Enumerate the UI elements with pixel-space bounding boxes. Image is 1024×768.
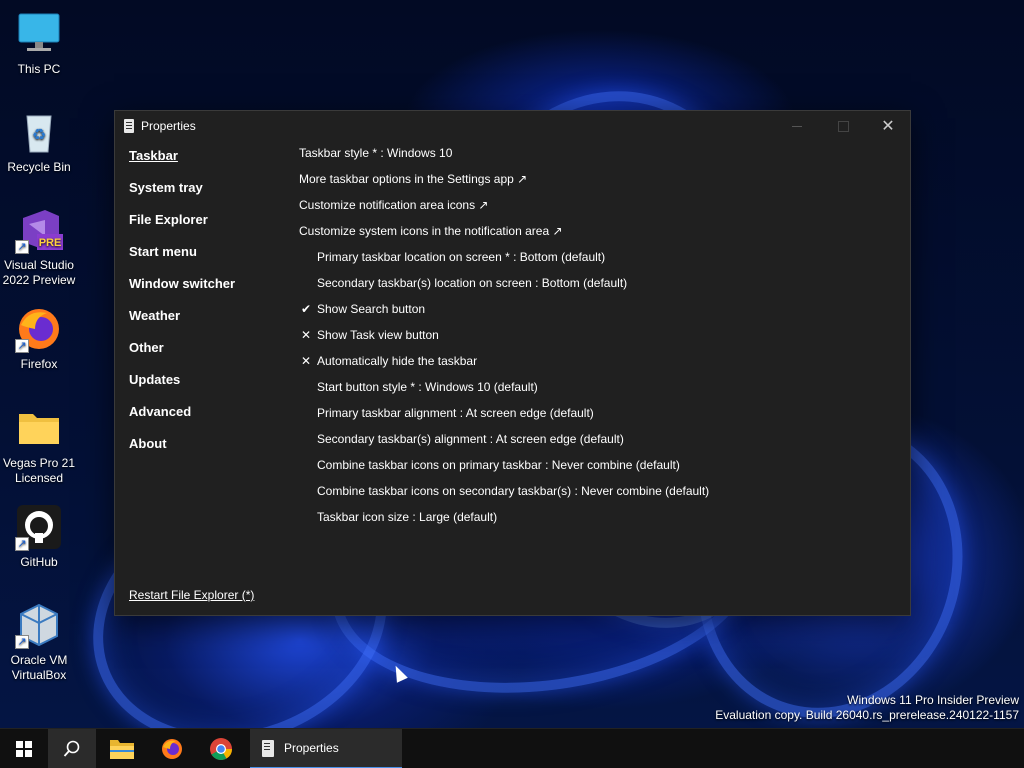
- cross-icon: ✕: [300, 328, 312, 342]
- option-settings-app-link[interactable]: More taskbar options in the Settings app…: [299, 171, 709, 197]
- option-primary-location[interactable]: Primary taskbar location on screen * : B…: [299, 249, 709, 275]
- desktop-icon-label: Vegas Pro 21 Licensed: [2, 456, 76, 485]
- desktop-icon-vegas-folder[interactable]: Vegas Pro 21 Licensed: [2, 404, 76, 486]
- desktop-icon-github[interactable]: ↗ GitHub: [2, 503, 76, 570]
- desktop-icon-label: Recycle Bin: [7, 160, 71, 174]
- start-button[interactable]: [0, 729, 48, 768]
- option-secondary-location[interactable]: Secondary taskbar(s) location on screen …: [299, 275, 709, 301]
- watermark-line-1: Windows 11 Pro Insider Preview: [847, 693, 1019, 707]
- nav-item-start-menu[interactable]: Start menu: [129, 243, 235, 275]
- desktop-icon-label: Oracle VM VirtualBox: [10, 653, 68, 682]
- properties-window[interactable]: Properties ✕ Taskbar System tray File Ex…: [114, 110, 911, 616]
- nav-item-window-switcher[interactable]: Window switcher: [129, 275, 235, 307]
- checkmark-icon: ✔: [300, 302, 312, 316]
- watermark-line-2: Evaluation copy. Build 26040.rs_prerelea…: [715, 708, 1019, 722]
- firefox-taskbar-button[interactable]: [148, 729, 196, 768]
- settings-nav: Taskbar System tray File Explorer Start …: [129, 147, 235, 467]
- properties-app-icon: [262, 740, 274, 757]
- monitor-icon: [15, 10, 63, 58]
- desktop-icon-firefox[interactable]: ↗ Firefox: [2, 305, 76, 372]
- taskbar: Properties: [0, 728, 1024, 768]
- start-icon: [16, 741, 32, 757]
- nav-item-other[interactable]: Other: [129, 339, 235, 371]
- chrome-icon: [210, 738, 232, 760]
- cross-icon: ✕: [300, 354, 312, 368]
- option-system-icons-link[interactable]: Customize system icons in the notificati…: [299, 223, 709, 249]
- minimize-button[interactable]: [774, 111, 820, 141]
- taskbar-options-list: Taskbar style * : Windows 10 More taskba…: [299, 145, 709, 535]
- window-titlebar[interactable]: Properties ✕: [115, 111, 910, 141]
- desktop-icon-label: Firefox: [20, 357, 58, 371]
- nav-item-weather[interactable]: Weather: [129, 307, 235, 339]
- option-taskbar-style[interactable]: Taskbar style * : Windows 10: [299, 145, 709, 171]
- option-secondary-alignment[interactable]: Secondary taskbar(s) alignment : At scre…: [299, 431, 709, 457]
- restart-file-explorer-link[interactable]: Restart File Explorer (*): [129, 588, 254, 602]
- option-icon-size[interactable]: Taskbar icon size : Large (default): [299, 509, 709, 535]
- recycle-bin-icon: ♻: [15, 108, 63, 156]
- evaluation-watermark: Windows 11 Pro Insider Preview Evaluatio…: [715, 693, 1019, 723]
- visual-studio-icon: PRE ↗: [15, 206, 63, 254]
- nav-item-advanced[interactable]: Advanced: [129, 403, 235, 435]
- search-button[interactable]: [48, 729, 96, 768]
- option-auto-hide-taskbar[interactable]: ✕ Automatically hide the taskbar: [299, 353, 709, 379]
- nav-item-updates[interactable]: Updates: [129, 371, 235, 403]
- search-icon: [63, 740, 80, 757]
- virtualbox-icon: ↗: [15, 601, 63, 649]
- shortcut-arrow-icon: ↗: [15, 240, 29, 254]
- close-icon: ✕: [881, 118, 895, 135]
- svg-text:PRE: PRE: [39, 237, 62, 249]
- maximize-button[interactable]: [820, 111, 866, 141]
- folder-icon: [15, 404, 63, 452]
- desktop-icon-label: Visual Studio 2022 Preview: [2, 258, 76, 287]
- nav-item-taskbar[interactable]: Taskbar: [129, 147, 235, 179]
- option-show-search-button[interactable]: ✔ Show Search button: [299, 301, 709, 327]
- desktop-icon-virtualbox[interactable]: ↗ Oracle VM VirtualBox: [2, 601, 76, 683]
- file-explorer-button[interactable]: [98, 729, 146, 768]
- github-icon: ↗: [15, 503, 63, 551]
- desktop-icon-label: This PC: [17, 62, 61, 76]
- desktop-icon-visual-studio[interactable]: PRE ↗ Visual Studio 2022 Preview: [2, 206, 76, 288]
- properties-app-icon: [124, 119, 134, 133]
- nav-item-about[interactable]: About: [129, 435, 235, 467]
- desktop-icon-recycle-bin[interactable]: ♻ Recycle Bin: [2, 108, 76, 175]
- firefox-icon: ↗: [15, 305, 63, 353]
- taskbar-properties-button[interactable]: Properties: [250, 729, 402, 768]
- firefox-icon: [162, 739, 182, 759]
- chrome-taskbar-button[interactable]: [197, 729, 245, 768]
- shortcut-arrow-icon: ↗: [15, 339, 29, 353]
- close-button[interactable]: ✕: [865, 111, 911, 141]
- svg-text:♻: ♻: [32, 127, 46, 144]
- shortcut-arrow-icon: ↗: [15, 635, 29, 649]
- window-title: Properties: [141, 119, 196, 133]
- nav-item-system-tray[interactable]: System tray: [129, 179, 235, 211]
- option-notification-icons-link[interactable]: Customize notification area icons ↗: [299, 197, 709, 223]
- file-explorer-icon: [110, 740, 134, 759]
- option-primary-alignment[interactable]: Primary taskbar alignment : At screen ed…: [299, 405, 709, 431]
- taskbar-task-label: Properties: [284, 741, 339, 755]
- desktop-icon-label: GitHub: [20, 555, 58, 569]
- desktop-icon-this-pc[interactable]: This PC: [2, 10, 76, 77]
- option-start-button-style[interactable]: Start button style * : Windows 10 (defau…: [299, 379, 709, 405]
- shortcut-arrow-icon: ↗: [15, 537, 29, 551]
- option-show-task-view-button[interactable]: ✕ Show Task view button: [299, 327, 709, 353]
- nav-item-file-explorer[interactable]: File Explorer: [129, 211, 235, 243]
- option-combine-secondary[interactable]: Combine taskbar icons on secondary taskb…: [299, 483, 709, 509]
- option-combine-primary[interactable]: Combine taskbar icons on primary taskbar…: [299, 457, 709, 483]
